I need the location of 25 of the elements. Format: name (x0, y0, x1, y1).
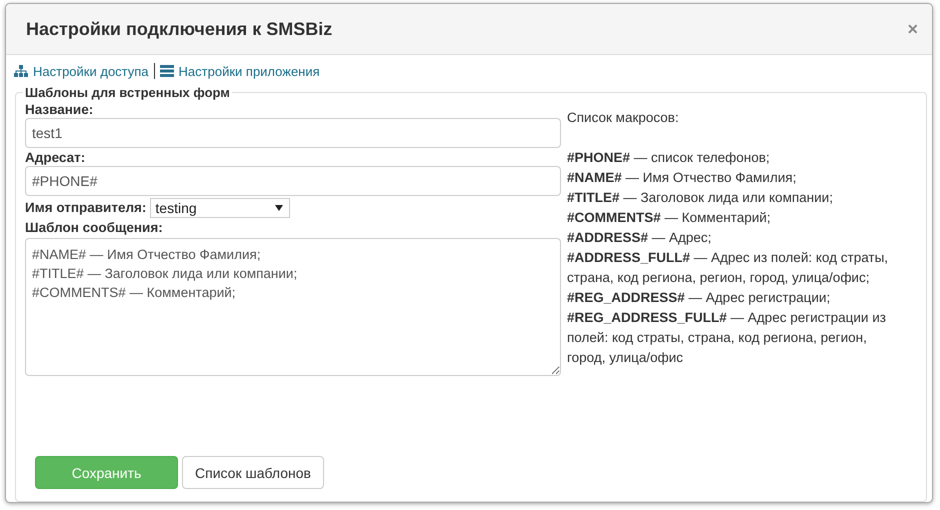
list-icon (160, 65, 174, 77)
fieldset-legend: Шаблоны для встренных форм (23, 85, 232, 100)
macro-description: #COMMENTS# — Комментарий; (567, 209, 772, 227)
macro-description: #REG_ADDRESS# — Адрес регистрации; (567, 289, 832, 307)
settings-link[interactable]: Настройки приложения (160, 64, 320, 78)
macro-description: #ADDRESS_FULL# — Адрес из полей: код страты, страна, код региона, регион, город, улица/офис; (567, 249, 890, 287)
name-field[interactable]: test1 (25, 118, 561, 148)
sitemap-icon (14, 65, 28, 77)
macro-description: #REG_ADDRESS_FULL# — Адрес регистрации из полей: код страты, страна, код региона, регион, город, улица/офис (567, 309, 887, 367)
recipient-field[interactable]: #PHONE# (25, 166, 561, 196)
macro-description: #PHONE# — список телефонов; (567, 149, 771, 167)
macro-description: #ADDRESS# — Адрес; (567, 229, 712, 247)
field-label: Имя отправителя: (25, 200, 146, 216)
field-label: Название: (25, 102, 94, 118)
dialog-title: Настройки подключения к SMSBiz (26, 18, 332, 40)
field-label: Шаблон сообщения: (25, 220, 164, 236)
macros-title: Список макросов: (567, 109, 680, 127)
macro-description: #NAME# — Имя Отчество Фамилия; (567, 169, 798, 187)
message-textarea[interactable]: #NAME# — Имя Отчество Фамилия; #TITLE# — Заголовок лида или компании; #COMMENTS# — Комментарий; (25, 238, 561, 376)
sender-dropdown[interactable]: testing (150, 198, 290, 218)
macro-description: #TITLE# — Заголовок лида или компании; (567, 189, 834, 207)
dropdown-arrow-icon (275, 205, 284, 211)
field-label: Адресат: (25, 150, 86, 166)
templates-list-button[interactable]: Список шаблонов (182, 456, 324, 489)
settings-link[interactable]: Настройки доступа (14, 64, 149, 78)
